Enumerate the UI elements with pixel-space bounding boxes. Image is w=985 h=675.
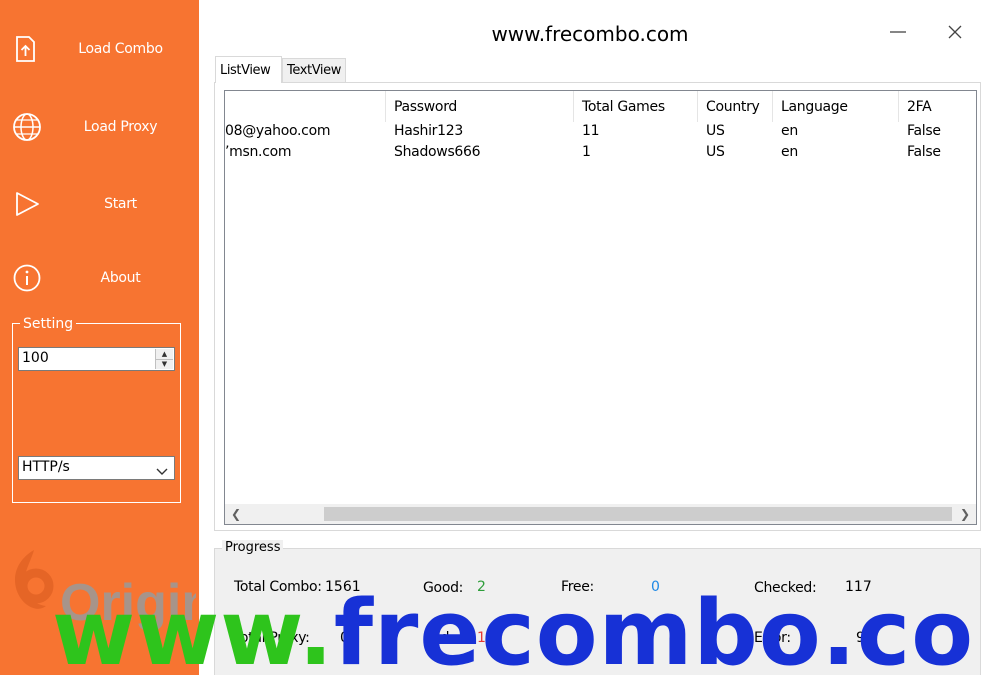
proxy-type-value: HTTP/s	[22, 459, 70, 475]
info-icon	[12, 263, 42, 293]
sidebar: Load Combo Load Proxy Start About Settin…	[0, 0, 213, 675]
load-combo-button[interactable]: Load Combo	[0, 24, 199, 74]
free-label: Free:	[561, 579, 594, 595]
checked-value: 117	[845, 579, 872, 595]
close-icon[interactable]	[943, 20, 967, 44]
globe-icon	[12, 112, 42, 142]
scroll-thumb[interactable]	[324, 507, 952, 521]
minimize-icon[interactable]	[886, 20, 910, 44]
svg-text:Origin: Origin	[60, 574, 196, 632]
play-icon	[12, 189, 42, 219]
bad-label: Bad:	[423, 630, 454, 646]
cell-country: US	[706, 123, 725, 139]
column-header-country[interactable]: Country	[698, 91, 773, 122]
cell-email: 08@yahoo.com	[225, 123, 331, 139]
column-header-password[interactable]: Password	[386, 91, 574, 122]
tab-listview[interactable]: ListView	[215, 56, 282, 83]
cell-country: US	[706, 144, 725, 160]
spinner-down-icon[interactable]: ▼	[156, 359, 173, 369]
horizontal-scrollbar[interactable]: ❮ ❯	[225, 504, 976, 524]
start-button[interactable]: Start	[0, 179, 199, 229]
progress-legend: Progress	[222, 540, 284, 555]
column-header-2fa[interactable]: 2FA	[899, 91, 976, 122]
cell-2fa: False	[907, 123, 941, 139]
cell-total-games: 1	[582, 144, 591, 160]
cell-email: ’msn.com	[225, 144, 292, 160]
load-proxy-label: Load Proxy	[83, 119, 158, 135]
start-label: Start	[104, 196, 137, 212]
good-value: 2	[477, 579, 486, 595]
spinner-buttons: ▲ ▼	[155, 349, 173, 369]
cell-language: en	[781, 123, 798, 139]
cell-language: en	[781, 144, 798, 160]
tab-textview[interactable]: TextView	[282, 58, 346, 82]
table-row[interactable]: ’msn.com Shadows666 1 US en False	[225, 144, 976, 165]
listview-header: Password Total Games Country Language 2F…	[225, 91, 976, 122]
threads-value: 100	[22, 350, 49, 366]
good-label: Good:	[423, 580, 464, 596]
results-listview[interactable]: Password Total Games Country Language 2F…	[224, 90, 977, 525]
total-proxy-value: 0	[340, 630, 349, 646]
table-row[interactable]: 08@yahoo.com Hashir123 11 US en False	[225, 123, 976, 144]
error-label: Error:	[754, 630, 791, 646]
scroll-right-icon[interactable]: ❯	[956, 504, 974, 524]
progress-group	[214, 548, 981, 675]
window-title: www.frecombo.com	[491, 22, 689, 46]
load-combo-label: Load Combo	[78, 41, 163, 57]
load-proxy-button[interactable]: Load Proxy	[0, 102, 199, 152]
bad-value: 11	[477, 630, 495, 646]
threads-spinner[interactable]: 100 ▲ ▼	[18, 347, 175, 371]
upload-file-icon	[12, 34, 42, 64]
column-header-language[interactable]: Language	[773, 91, 899, 122]
column-header-total-games[interactable]: Total Games	[574, 91, 698, 122]
total-combo-label: Total Combo:	[234, 579, 322, 595]
free-value: 0	[651, 579, 660, 595]
column-header-email[interactable]	[225, 91, 386, 122]
scroll-left-icon[interactable]: ❮	[227, 504, 245, 524]
total-combo-value: 1561	[325, 579, 361, 595]
chevron-down-icon	[156, 462, 168, 475]
total-proxy-label: Total Proxy:	[234, 630, 310, 646]
about-label: About	[100, 270, 141, 286]
error-value: 98	[856, 630, 874, 646]
settings-legend: Setting	[20, 316, 77, 332]
cell-2fa: False	[907, 144, 941, 160]
checked-label: Checked:	[754, 580, 817, 596]
cell-password: Hashir123	[394, 123, 463, 139]
cell-password: Shadows666	[394, 144, 481, 160]
about-button[interactable]: About	[0, 253, 199, 303]
proxy-type-select[interactable]: HTTP/s	[18, 456, 175, 480]
origin-logo: Origin	[6, 548, 213, 648]
cell-total-games: 11	[582, 123, 600, 139]
